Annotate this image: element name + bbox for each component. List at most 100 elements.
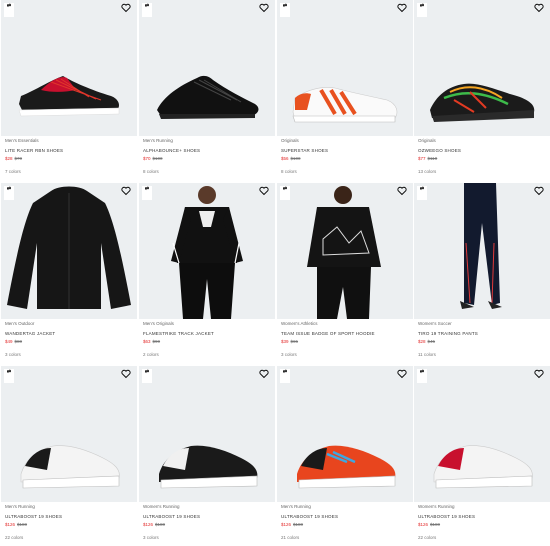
- sale-price: $39: [281, 339, 289, 344]
- model-image: [171, 186, 243, 319]
- original-price: $100: [152, 156, 163, 161]
- sale-price: $28: [418, 339, 426, 344]
- heart-icon[interactable]: [534, 3, 544, 13]
- original-price: $65: [290, 339, 299, 344]
- compare-icon[interactable]: ⇄: [417, 186, 427, 200]
- color-count: 8 colors: [143, 169, 159, 174]
- heart-icon[interactable]: [121, 369, 131, 379]
- product-card[interactable]: ⇄ Men's Running ULTRABOOST 19 SHOES $126…: [277, 366, 413, 546]
- product-category: Men's Originals: [143, 321, 174, 326]
- compare-icon[interactable]: ⇄: [280, 3, 290, 17]
- product-image[interactable]: [1, 0, 137, 136]
- product-name[interactable]: TIRO 19 TRAINING PANTS: [418, 331, 478, 336]
- compare-icon[interactable]: ⇄: [142, 3, 152, 17]
- product-image[interactable]: [1, 366, 137, 502]
- compare-icon[interactable]: ⇄: [280, 369, 290, 383]
- product-image[interactable]: [1, 183, 137, 319]
- heart-icon[interactable]: [397, 3, 407, 13]
- heart-icon[interactable]: [121, 3, 131, 13]
- product-image[interactable]: [277, 183, 413, 319]
- product-name[interactable]: ULTRABOOST 19 SHOES: [5, 514, 62, 519]
- heart-icon[interactable]: [534, 186, 544, 196]
- jacket-image: [7, 186, 131, 309]
- color-count: 7 colors: [5, 169, 21, 174]
- product-name[interactable]: FLAMESTRIKE TRACK JACKET: [143, 331, 214, 336]
- product-card[interactable]: ⇄ Women's Running ULTRABOOST 19 SHOES $1…: [139, 366, 275, 546]
- product-price: $28 $70: [5, 156, 22, 161]
- shoe-image: [433, 445, 533, 489]
- heart-icon[interactable]: [259, 369, 269, 379]
- product-card[interactable]: ⇄ Originals SUPERSTAR SHOES $56 $100 8 co…: [277, 0, 413, 180]
- product-price: $126 $180: [5, 522, 27, 527]
- shoe-image: [159, 445, 258, 489]
- heart-icon[interactable]: [259, 186, 269, 196]
- product-category: Men's Running: [5, 504, 35, 509]
- color-count: 21 colors: [281, 535, 300, 540]
- product-card[interactable]: ⇄ Men's Running ALPHABOUNCE+ SHOES $70 $1…: [139, 0, 275, 180]
- product-name[interactable]: ALPHABOUNCE+ SHOES: [143, 148, 200, 153]
- product-name[interactable]: ULTRABOOST 19 SHOES: [418, 514, 475, 519]
- original-price: $110: [427, 156, 438, 161]
- sale-price: $126: [281, 522, 292, 527]
- product-name[interactable]: ULTRABOOST 19 SHOES: [143, 514, 200, 519]
- sale-price: $70: [143, 156, 151, 161]
- shoe-image: [20, 445, 120, 489]
- product-name[interactable]: ULTRABOOST 19 SHOES: [281, 514, 338, 519]
- sale-price: $56: [281, 156, 289, 161]
- product-price: $126 $180: [418, 522, 440, 527]
- product-card[interactable]: ⇄ Men's Running ULTRABOOST 19 SHOES $126…: [1, 366, 137, 546]
- product-card[interactable]: ⇄ Women's Athletics TEAM ISSUE BADGE OF …: [277, 183, 413, 363]
- product-name[interactable]: WANDERTAG JACKET: [5, 331, 55, 336]
- color-count: 13 colors: [418, 169, 437, 174]
- product-image[interactable]: [277, 0, 413, 136]
- product-image[interactable]: [139, 366, 275, 502]
- shoe-image: [297, 445, 396, 489]
- product-card[interactable]: ⇄ Women's Running ULTRABOOST 19 SHOES $1…: [414, 366, 550, 546]
- compare-icon[interactable]: ⇄: [142, 369, 152, 383]
- product-card[interactable]: ⇄ Women's Soccer TIRO 19 TRAINING PANTS …: [414, 183, 550, 363]
- product-name[interactable]: LITE RACER RBN SHOES: [5, 148, 63, 153]
- product-category: Women's Soccer: [418, 321, 452, 326]
- heart-icon[interactable]: [397, 186, 407, 196]
- product-category: Women's Athletics: [281, 321, 318, 326]
- product-image[interactable]: [139, 183, 275, 319]
- compare-icon[interactable]: ⇄: [280, 186, 290, 200]
- product-card[interactable]: ⇄ Men's Essentials LITE RACER RBN SHOES …: [1, 0, 137, 180]
- compare-icon[interactable]: ⇄: [4, 369, 14, 383]
- product-card[interactable]: ⇄ Men's Outdoor WANDERTAG JACKET $49 $80 …: [1, 183, 137, 363]
- sale-price: $63: [143, 339, 151, 344]
- product-image[interactable]: [277, 366, 413, 502]
- heart-icon[interactable]: [121, 186, 131, 196]
- product-image[interactable]: [414, 366, 550, 502]
- product-card[interactable]: ⇄ Originals OZWEEGO SHOES $77 $110 13 col…: [414, 0, 550, 180]
- sale-price: $126: [5, 522, 16, 527]
- compare-icon[interactable]: ⇄: [417, 369, 427, 383]
- shoe-image: [430, 83, 535, 122]
- product-image[interactable]: [139, 0, 275, 136]
- compare-icon[interactable]: ⇄: [4, 186, 14, 200]
- product-image[interactable]: [414, 183, 550, 319]
- heart-icon[interactable]: [397, 369, 407, 379]
- color-count: 2 colors: [143, 352, 159, 357]
- original-price: $80: [14, 339, 23, 344]
- compare-icon[interactable]: ⇄: [142, 186, 152, 200]
- sale-price: $77: [418, 156, 426, 161]
- product-category: Men's Essentials: [5, 138, 39, 143]
- product-price: $77 $110: [418, 156, 437, 161]
- product-name[interactable]: TEAM ISSUE BADGE OF SPORT HOODIE: [281, 331, 375, 336]
- compare-icon[interactable]: ⇄: [417, 3, 427, 17]
- sale-price: $28: [5, 156, 13, 161]
- sale-price: $49: [5, 339, 13, 344]
- product-category: Men's Outdoor: [5, 321, 35, 326]
- shoe-image: [18, 76, 120, 117]
- original-price: $70: [14, 156, 23, 161]
- product-name[interactable]: OZWEEGO SHOES: [418, 148, 461, 153]
- original-price: $180: [155, 522, 166, 527]
- product-card[interactable]: ⇄ Men's Originals FLAMESTRIKE TRACK JACK…: [139, 183, 275, 363]
- heart-icon[interactable]: [259, 3, 269, 13]
- heart-icon[interactable]: [534, 369, 544, 379]
- product-image[interactable]: [414, 0, 550, 136]
- original-price: $90: [152, 339, 161, 344]
- product-name[interactable]: SUPERSTAR SHOES: [281, 148, 328, 153]
- compare-icon[interactable]: ⇄: [4, 3, 14, 17]
